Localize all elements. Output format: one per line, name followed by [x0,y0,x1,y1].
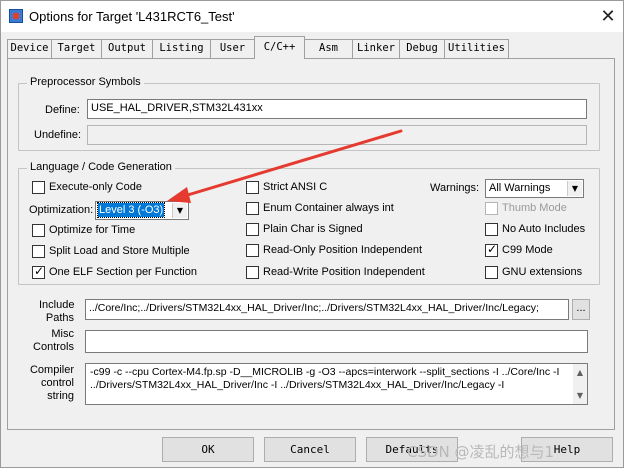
annotation-arrow [167,129,403,203]
tab-c-cpp[interactable]: C/C++ [254,36,305,59]
options-dialog: Options for Target 'L431RCT6_Test' ✕ Dev… [0,0,624,468]
watermark: CSDN @凌乱的想与1 [407,443,555,461]
